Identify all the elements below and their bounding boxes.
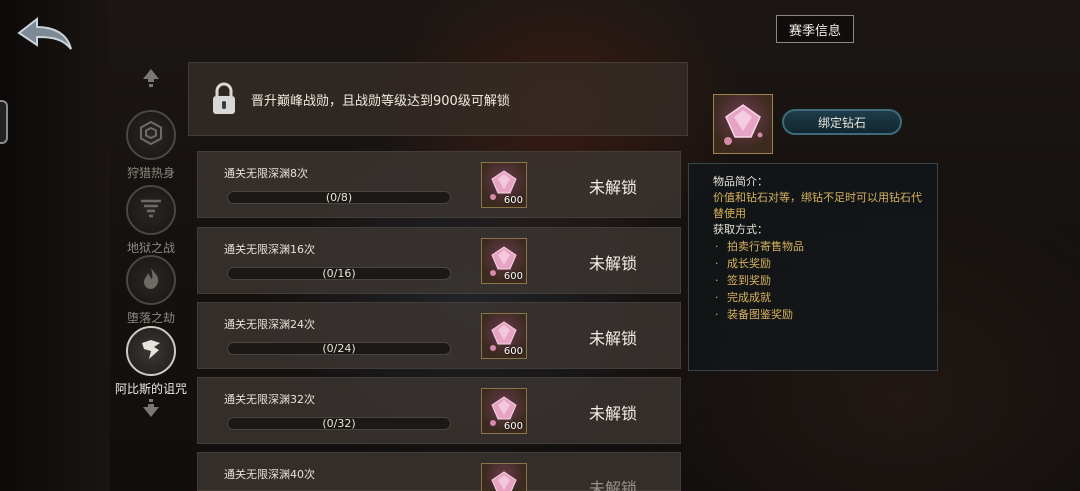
vortex-icon xyxy=(138,195,164,225)
season-info-button[interactable]: 赛季信息 xyxy=(776,15,854,43)
claw-icon xyxy=(137,335,165,367)
list-item: 拍卖行寄售物品 xyxy=(713,238,925,255)
item-info-panel: 物品简介： 价值和钻石对等，绑钻不足时可以用钻石代替使用 获取方式： 拍卖行寄售… xyxy=(688,163,938,371)
progress-text: (0/24) xyxy=(322,342,356,355)
progress-bar: (0/32) xyxy=(227,417,451,430)
progress-bar: (0/16) xyxy=(227,267,451,280)
lock-icon xyxy=(209,81,239,117)
task-status: 未解锁 xyxy=(588,479,637,491)
nav-item-label: 地狱之战 xyxy=(126,241,175,255)
reward-item[interactable]: 600 xyxy=(481,162,527,208)
task-row: 通关无限深渊16次 (0/16) 600 未解锁 xyxy=(197,227,681,294)
nav-item-hell-battle[interactable]: 地狱之战 xyxy=(110,185,192,256)
item-name-plate: 绑定钻石 xyxy=(782,109,902,135)
nav-item-abyss-curse[interactable]: 阿比斯的诅咒 xyxy=(110,326,192,397)
list-item: 签到奖励 xyxy=(713,272,925,289)
item-source-list: 拍卖行寄售物品 成长奖励 签到奖励 完成成就 装备图鉴奖励 xyxy=(713,238,925,323)
task-row: 通关无限深渊40次 未解锁 xyxy=(197,452,681,491)
nav-down-arrow-icon[interactable] xyxy=(140,398,162,420)
reward-item[interactable]: 600 xyxy=(481,388,527,434)
progress-bar: (0/24) xyxy=(227,342,451,355)
lock-requirement-text: 晋升巅峰战勋，且战勋等级达到900级可解锁 xyxy=(251,93,510,109)
task-title: 通关无限深渊32次 xyxy=(224,393,315,406)
flame-icon xyxy=(138,265,164,295)
reward-count: 600 xyxy=(503,271,523,282)
lock-banner: 晋升巅峰战勋，且战勋等级达到900级可解锁 xyxy=(188,62,688,136)
item-intro-label: 物品简介： xyxy=(713,175,768,188)
progress-text: (0/32) xyxy=(322,417,356,430)
reward-item[interactable]: 600 xyxy=(481,313,527,359)
nav-up-arrow-icon[interactable] xyxy=(140,66,162,88)
task-row: 通关无限深渊8次 (0/8) 600 未解锁 xyxy=(197,151,681,218)
hexagon-icon xyxy=(138,120,164,150)
item-description: 价值和钻石对等，绑钻不足时可以用钻石代替使用 xyxy=(713,191,922,220)
nav-item-label: 堕落之劫 xyxy=(126,311,175,325)
progress-text: (0/8) xyxy=(325,191,353,204)
item-source-label: 获取方式： xyxy=(713,223,768,236)
reward-item[interactable] xyxy=(481,463,527,491)
task-status: 未解锁 xyxy=(588,404,637,423)
back-button[interactable] xyxy=(14,14,74,56)
progress-text: (0/16) xyxy=(322,267,356,280)
reward-count: 600 xyxy=(503,346,523,357)
selected-item-icon xyxy=(713,94,773,154)
task-title: 通关无限深渊24次 xyxy=(224,318,315,331)
task-status: 未解锁 xyxy=(588,254,637,273)
side-drawer-tab[interactable] xyxy=(0,100,8,144)
task-title: 通关无限深渊16次 xyxy=(224,243,315,256)
reward-item[interactable]: 600 xyxy=(481,238,527,284)
list-item: 装备图鉴奖励 xyxy=(713,306,925,323)
back-arrow-icon xyxy=(17,16,72,50)
list-item: 成长奖励 xyxy=(713,255,925,272)
list-item: 完成成就 xyxy=(713,289,925,306)
task-row: 通关无限深渊24次 (0/24) 600 未解锁 xyxy=(197,302,681,369)
nav-item-hunting-warmup[interactable]: 狩猎热身 xyxy=(110,110,192,181)
task-status: 未解锁 xyxy=(588,329,637,348)
reward-count: 600 xyxy=(503,195,523,206)
nav-item-fallen-calamity[interactable]: 堕落之劫 xyxy=(110,255,192,326)
nav-item-label: 狩猎热身 xyxy=(126,166,175,180)
diamond-icon xyxy=(714,104,772,157)
reward-count: 600 xyxy=(503,421,523,432)
task-status: 未解锁 xyxy=(588,178,637,197)
task-title: 通关无限深渊8次 xyxy=(224,167,308,180)
progress-bar: (0/8) xyxy=(227,191,451,204)
task-row: 通关无限深渊32次 (0/32) 600 未解锁 xyxy=(197,377,681,444)
nav-item-label: 阿比斯的诅咒 xyxy=(114,382,187,396)
left-edge-panel xyxy=(0,0,110,491)
task-title: 通关无限深渊40次 xyxy=(224,468,315,481)
